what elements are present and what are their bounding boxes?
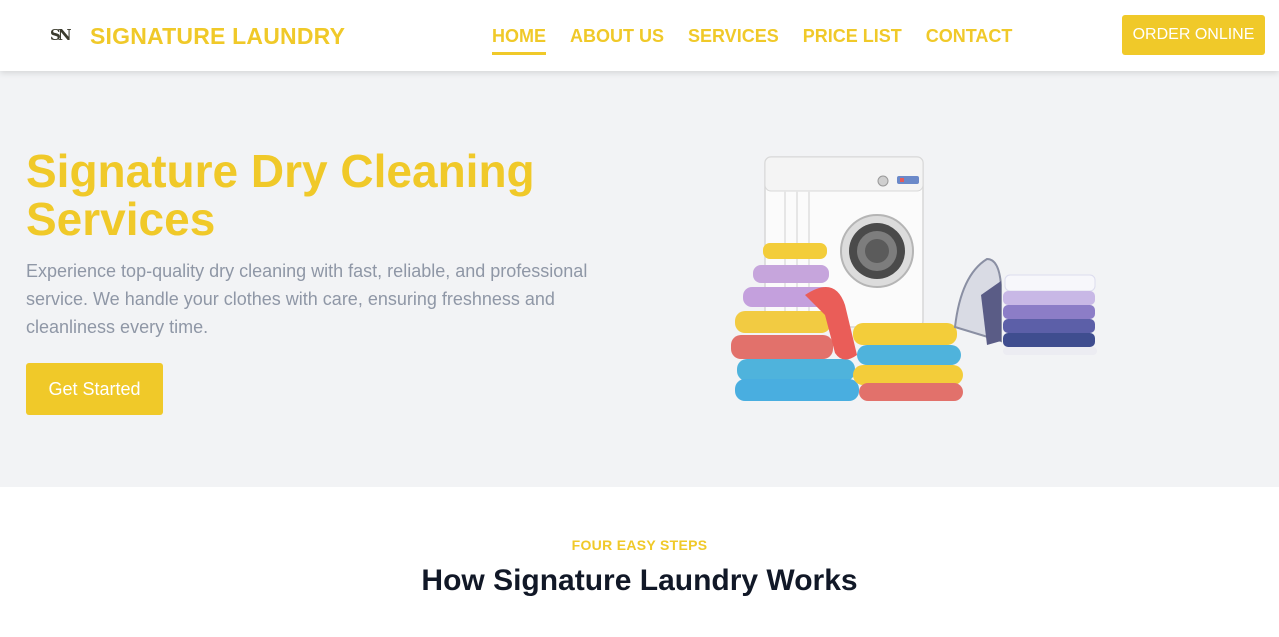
hero-section: Signature Dry Cleaning Services Experien… (0, 71, 1279, 487)
brand-name[interactable]: SIGNATURE LAUNDRY (90, 22, 345, 50)
get-started-button[interactable]: Get Started (26, 363, 163, 415)
nav-item-about-us[interactable]: ABOUT US (570, 24, 664, 55)
hero-description: Experience top-quality dry cleaning with… (26, 261, 588, 337)
nav-item-contact[interactable]: CONTACT (926, 24, 1013, 55)
logo-icon[interactable]: SN (50, 24, 74, 46)
steps-title: How Signature Laundry Works (421, 564, 858, 597)
order-online-button[interactable]: ORDER ONLINE (1122, 15, 1265, 55)
nav-item-services[interactable]: SERVICES (688, 24, 779, 55)
site-header: SN SIGNATURE LAUNDRY HOME ABOUT US SERVI… (0, 0, 1279, 71)
laundry-illustration-image (731, 156, 1097, 401)
nav-item-home[interactable]: HOME (492, 24, 546, 55)
steps-eyebrow: FOUR EASY STEPS (571, 537, 708, 553)
hero-title: Signature Dry Cleaning Services (26, 145, 535, 245)
nav-item-price-list[interactable]: PRICE LIST (803, 24, 902, 55)
main-nav: HOME ABOUT US SERVICES PRICE LIST CONTAC… (492, 24, 1012, 55)
